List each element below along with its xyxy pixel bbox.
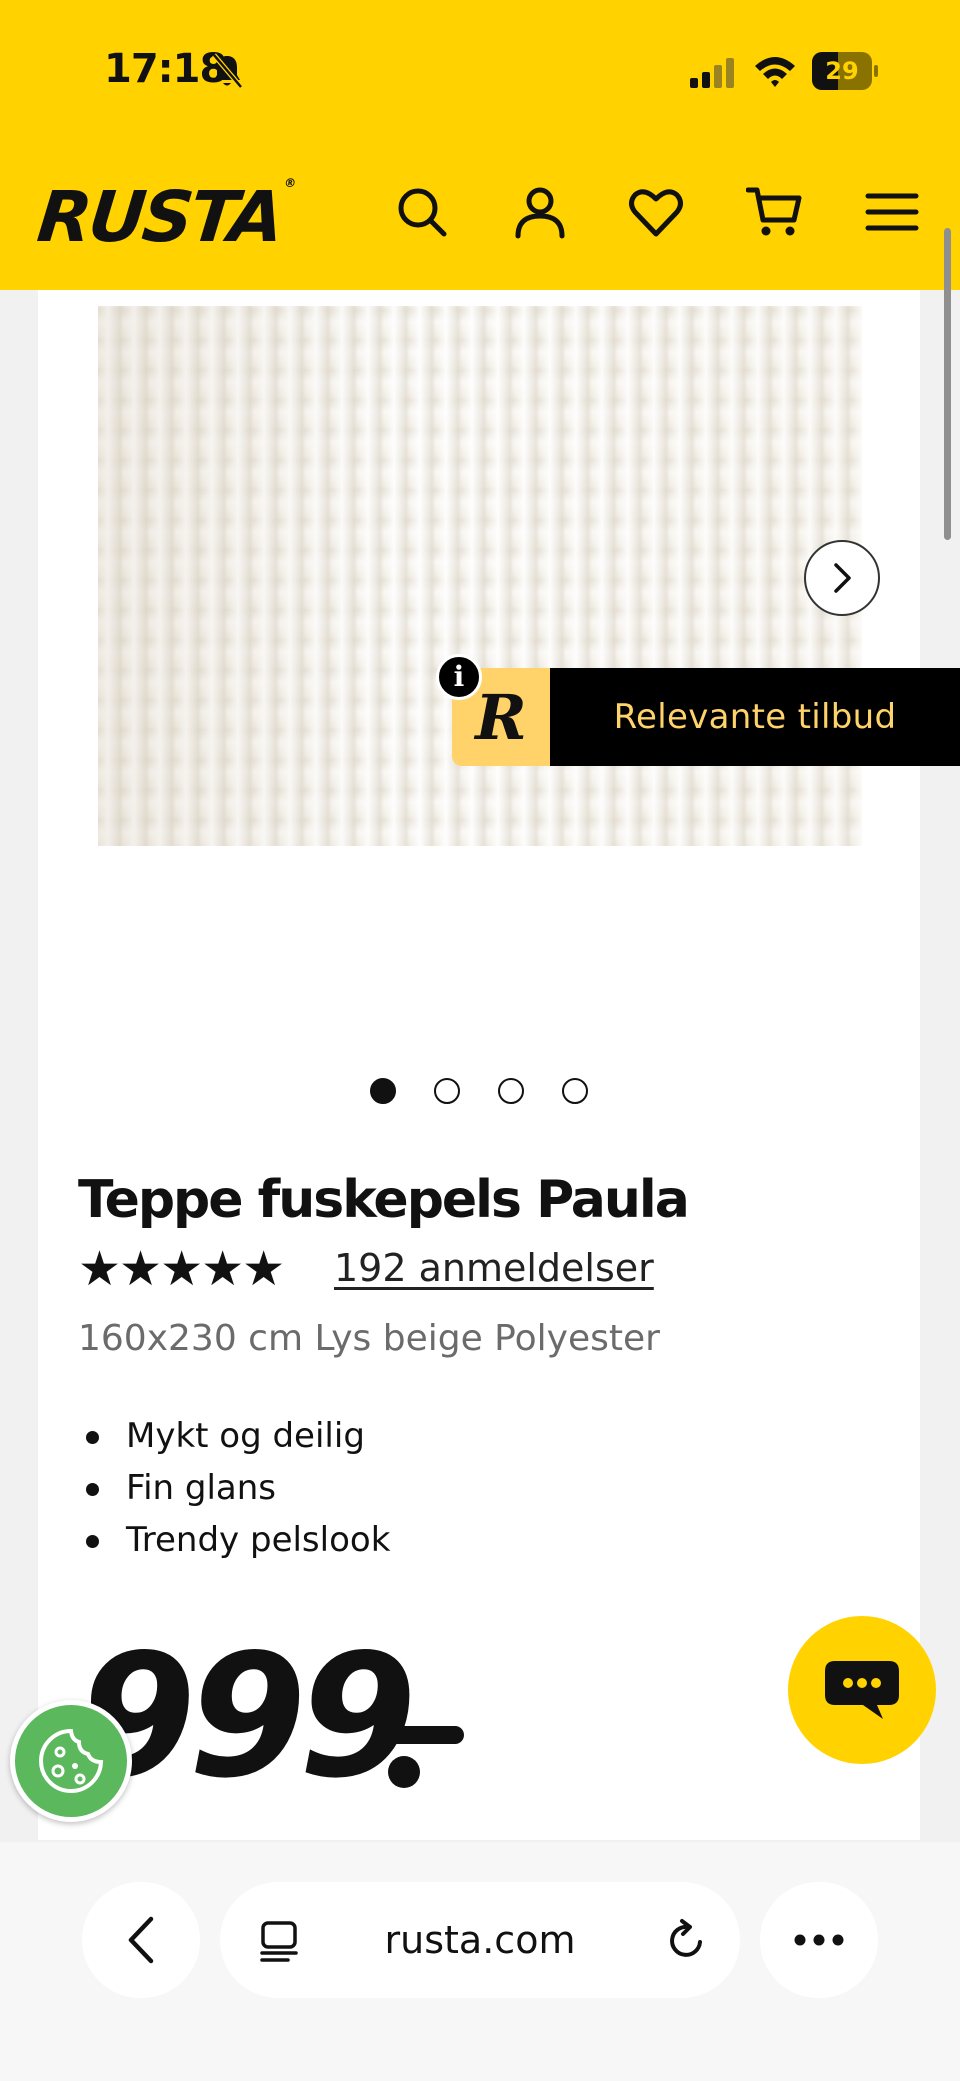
account-icon[interactable] xyxy=(512,184,568,240)
chevron-left-icon xyxy=(128,1916,154,1964)
browser-back-button[interactable] xyxy=(82,1882,200,1998)
page-scrollbar[interactable] xyxy=(944,228,951,540)
product-title: Teppe fuskepels Paula xyxy=(78,1170,690,1230)
gallery-dot-4[interactable] xyxy=(562,1078,588,1104)
gallery-pagination xyxy=(370,1078,590,1108)
browser-more-button[interactable] xyxy=(760,1882,878,1998)
feature-item: Trendy pelslook xyxy=(78,1514,390,1566)
gallery-next-button[interactable] xyxy=(804,540,880,616)
chevron-right-icon xyxy=(834,563,851,593)
gallery-dot-3[interactable] xyxy=(498,1078,524,1104)
url-text: rusta.com xyxy=(384,1918,576,1962)
gallery-dot-1[interactable] xyxy=(370,1078,396,1104)
reload-icon[interactable] xyxy=(664,1918,708,1962)
status-time: 17:18 xyxy=(104,46,227,92)
rating-stars: ★★★★★ xyxy=(78,1241,285,1297)
heart-icon[interactable] xyxy=(628,184,684,240)
product-variant: 160x230 cm Lys beige Polyester xyxy=(78,1318,660,1359)
chat-button[interactable] xyxy=(788,1616,936,1764)
rusta-logo[interactable]: RUSTA® xyxy=(34,176,297,258)
cookie-settings-button[interactable] xyxy=(10,1700,132,1822)
signal-icon xyxy=(690,58,734,88)
gallery-dot-2[interactable] xyxy=(434,1078,460,1104)
reviews-link[interactable]: 192 anmeldelser xyxy=(334,1246,654,1290)
offers-label: Relevante tilbud xyxy=(613,697,897,737)
relevant-offers-banner[interactable]: R Relevante tilbud xyxy=(452,668,960,766)
feature-item: Mykt og deilig xyxy=(78,1410,390,1462)
search-icon[interactable] xyxy=(394,184,450,240)
menu-icon[interactable] xyxy=(864,184,920,240)
battery-indicator: 29 xyxy=(812,52,878,90)
price-dash xyxy=(386,1726,464,1744)
cookie-icon xyxy=(39,1728,104,1793)
logo-registered-mark: ® xyxy=(283,176,297,190)
wifi-icon xyxy=(755,57,795,87)
more-dots-icon xyxy=(794,1934,844,1946)
feature-list: Mykt og deilig Fin glans Trendy pelslook xyxy=(78,1410,390,1566)
cart-icon[interactable] xyxy=(745,184,802,240)
bell-muted-icon xyxy=(212,53,243,89)
chat-bubble-icon xyxy=(825,1661,899,1719)
offers-logo-letter: R xyxy=(475,680,527,754)
battery-level: 29 xyxy=(825,57,859,85)
address-bar[interactable]: rusta.com xyxy=(220,1882,740,1998)
info-icon[interactable]: i xyxy=(436,654,482,700)
feature-item: Fin glans xyxy=(78,1462,390,1514)
price-dot xyxy=(388,1756,420,1788)
